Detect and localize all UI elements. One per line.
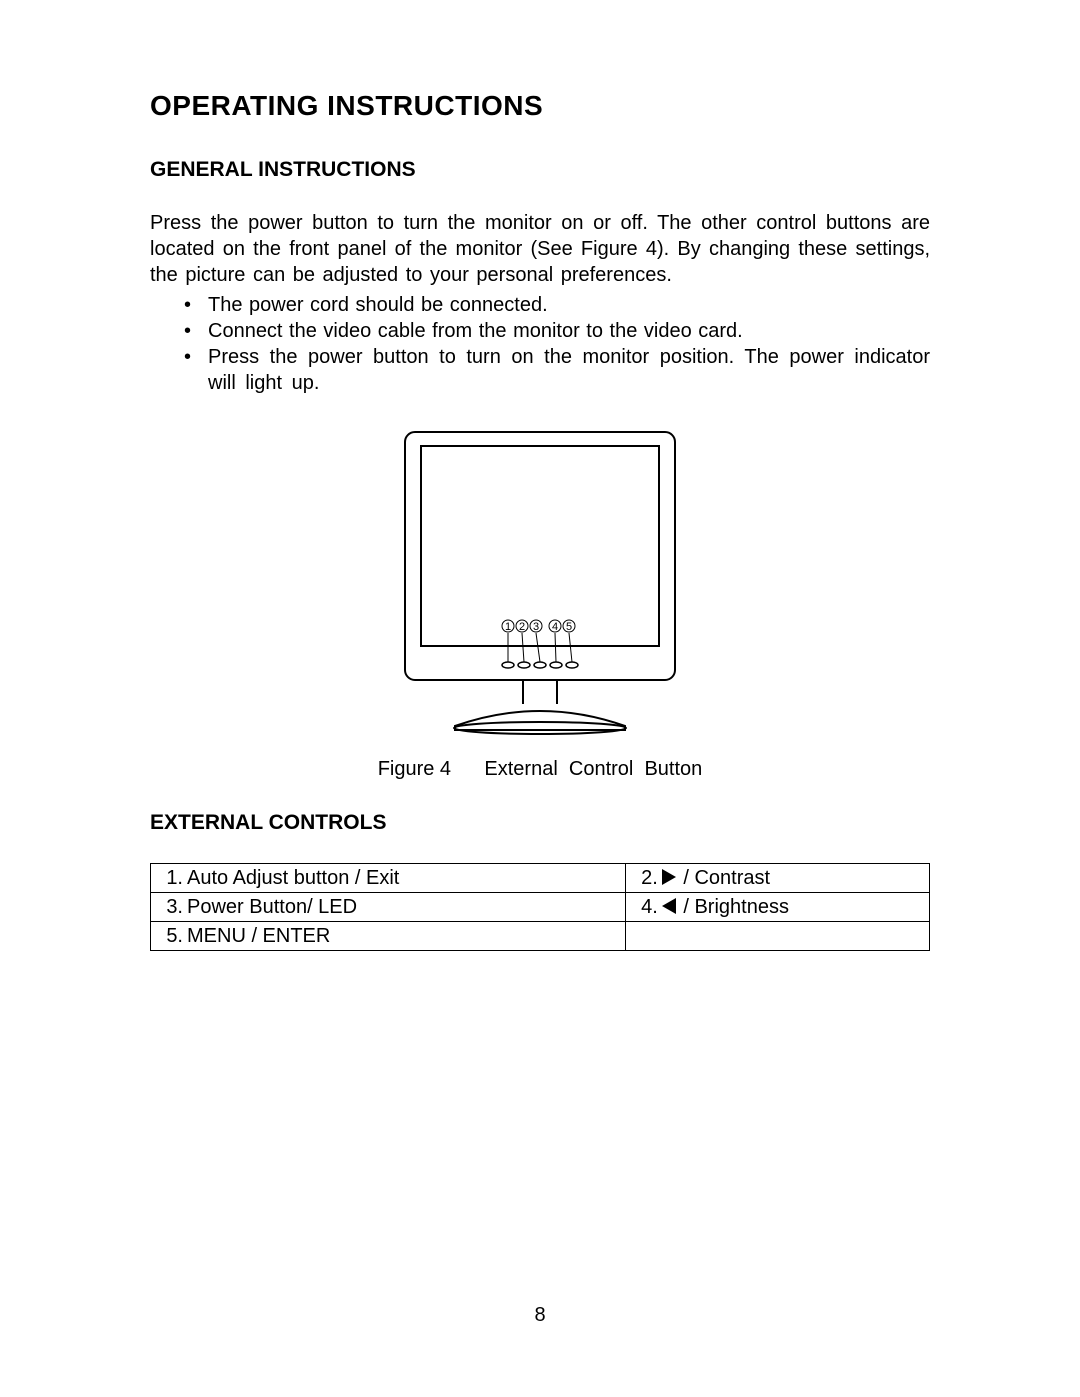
list-item: Connect the video cable from the monitor… [180,318,930,344]
svg-text:4: 4 [552,621,558,633]
cell-num: 5. [151,922,184,951]
cell-num: 2. [625,864,658,893]
cell-label: Auto Adjust button / Exit [183,864,625,893]
list-item: The power cord should be connected. [180,292,930,318]
cell-num: 3. [151,893,184,922]
cell-label: / Brightness [658,893,930,922]
table-row: 5. MENU / ENTER [151,922,930,951]
cell-num [625,922,658,951]
cell-label: Power Button/ LED [183,893,625,922]
cell-label: / Contrast [658,864,930,893]
cell-num: 4. [625,893,658,922]
figure-4: 1 2 3 4 5 Figure 4 External Control B [150,426,930,781]
intro-paragraph: Press the power button to turn the monit… [150,210,930,288]
bullet-list: The power cord should be connected. Conn… [150,292,930,396]
table-row: 1. Auto Adjust button / Exit 2. / Contra… [151,864,930,893]
section-heading-external: EXTERNAL CONTROLS [150,811,930,835]
monitor-diagram-icon: 1 2 3 4 5 [395,426,685,736]
table-row: 3. Power Button/ LED 4. / Brightness [151,893,930,922]
svg-text:3: 3 [533,621,539,633]
cell-label: MENU / ENTER [183,922,625,951]
controls-table: 1. Auto Adjust button / Exit 2. / Contra… [150,863,930,951]
svg-text:2: 2 [519,621,525,633]
section-heading-general: GENERAL INSTRUCTIONS [150,158,930,182]
page-title: OPERATING INSTRUCTIONS [150,90,930,122]
triangle-left-icon [662,898,676,914]
svg-text:1: 1 [505,621,511,633]
cell-num: 1. [151,864,184,893]
cell-text: / Contrast [678,867,770,889]
page-number: 8 [0,1304,1080,1327]
cell-label [658,922,930,951]
svg-text:5: 5 [566,621,572,633]
cell-text: / Brightness [678,896,789,918]
document-page: OPERATING INSTRUCTIONS GENERAL INSTRUCTI… [0,0,1080,1397]
figure-caption: Figure 4 External Control Button [378,758,703,781]
list-item: Press the power button to turn on the mo… [180,344,930,396]
triangle-right-icon [662,869,676,885]
